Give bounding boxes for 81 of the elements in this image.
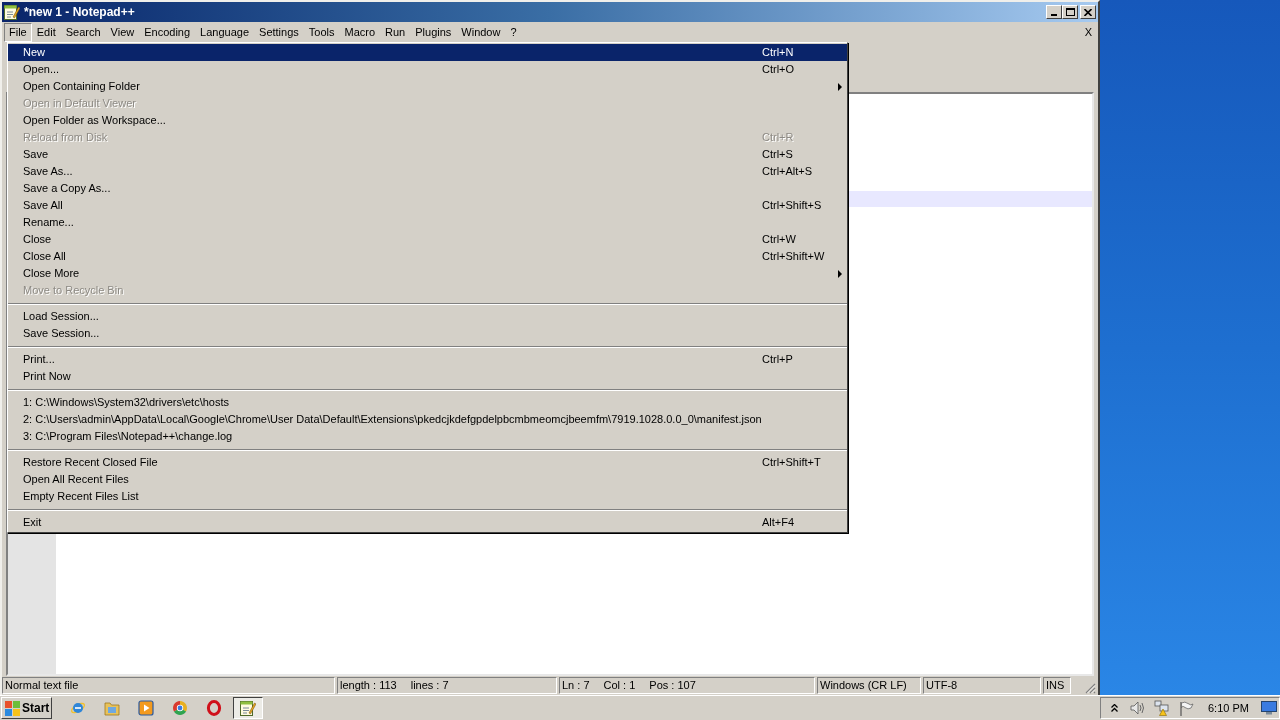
shortcut-text: Ctrl+Shift+S [762, 199, 822, 212]
shortcut-text: Ctrl+O [762, 63, 795, 76]
status-text: Pos : 107 [649, 678, 696, 694]
menu-item[interactable]: Close All Ctrl+Shift+W [8, 248, 847, 265]
flag-icon[interactable] [1179, 700, 1194, 716]
menu-item[interactable]: Open... Ctrl+O [8, 61, 847, 78]
menu-bar-item[interactable]: Settings [254, 22, 304, 42]
shortcut-text: Alt+F4 [762, 516, 795, 529]
taskbar-button[interactable] [233, 697, 263, 719]
menu-item[interactable]: Empty Recent Files List [8, 488, 847, 505]
notepad-app-icon [4, 4, 20, 20]
menu-item[interactable]: Close More [8, 265, 847, 282]
menu-item[interactable]: Save a Copy As... [8, 180, 847, 197]
chevron-up-icon[interactable] [1111, 704, 1118, 712]
menu-item[interactable]: Save All Ctrl+Shift+S [8, 197, 847, 214]
menu-bar-item[interactable]: View [105, 22, 140, 42]
minimize-button[interactable] [1046, 5, 1062, 19]
menu-item[interactable]: Open Folder as Workspace... [8, 112, 847, 129]
globe-icon [70, 700, 86, 716]
shortcut-text: Ctrl+W [762, 233, 796, 246]
start-button[interactable]: Start [1, 697, 52, 719]
menu-bar-item[interactable]: ? [505, 22, 522, 42]
maximize-button[interactable] [1062, 5, 1078, 19]
menu-item[interactable]: Close Ctrl+W [8, 231, 847, 248]
menu-bar-item[interactable]: Window [456, 22, 506, 42]
network-warning-icon[interactable] [1154, 700, 1170, 716]
shortcut-text: Ctrl+Shift+T [762, 456, 821, 469]
speaker-icon[interactable] [1130, 701, 1146, 715]
menu-item[interactable]: Rename... [8, 214, 847, 231]
start-logo-icon [5, 700, 20, 716]
folder-icon [104, 700, 120, 716]
notepad-icon [240, 700, 256, 716]
menu-item[interactable]: 3: C:\Program Files\Notepad++\change.log [8, 428, 847, 445]
monitor-icon[interactable] [1261, 701, 1277, 715]
menu-item[interactable]: Open Containing Folder [8, 78, 847, 95]
media-play-icon [138, 700, 154, 716]
menu-bar-item[interactable]: Search [60, 22, 106, 42]
status-text: Normal text file [5, 678, 79, 694]
shortcut-text: Ctrl+Shift+W [762, 250, 825, 263]
shortcut-text: Ctrl+R [762, 131, 794, 144]
menu-bar-item[interactable]: Run [380, 22, 411, 42]
shortcut-text: Ctrl+N [762, 46, 794, 59]
maximize-icon [1065, 8, 1075, 16]
close-icon [1084, 8, 1092, 16]
menu-item[interactable]: Load Session... [8, 308, 847, 325]
menu-item[interactable]: Print Now [8, 368, 847, 385]
status-text: Windows (CR LF) [820, 678, 907, 694]
menu-item[interactable]: Save Session... [8, 325, 847, 342]
minimize-icon [1051, 14, 1057, 16]
menu-item[interactable]: 1: C:\Windows\System32\drivers\etc\hosts [8, 394, 847, 411]
status-text: Col : 1 [603, 678, 636, 694]
status-text: length : 113 [340, 678, 397, 694]
shortcut-text: Ctrl+Alt+S [762, 165, 813, 178]
menu-bar-item[interactable]: Edit [31, 22, 61, 42]
ring-icon [206, 700, 222, 716]
menu-item[interactable]: Exit Alt+F4 [8, 514, 847, 531]
menu-bar-item[interactable]: Plugins [410, 22, 457, 42]
clock-text[interactable]: 6:10 PM [1208, 699, 1249, 717]
segmented-circle-icon [172, 700, 188, 716]
close-button[interactable] [1080, 5, 1096, 19]
menu-bar-item[interactable]: Language [195, 22, 255, 42]
status-text: Ln : 7 [562, 678, 590, 694]
status-text: UTF-8 [926, 678, 958, 694]
menu-item[interactable]: 2: C:\Users\admin\AppData\Local\Google\Chrome\User Data\Default\Extensions\pkedcjkdefgpdelpbcmbmeomcjbeemfm\7919.1028.0.0_0\manifest.json [8, 411, 847, 428]
status-text: lines : 7 [410, 678, 449, 694]
resize-grip-icon [1085, 683, 1096, 694]
window-title: *new 1 - Notepad++ [24, 4, 135, 21]
menu-item[interactable]: Open All Recent Files [8, 471, 847, 488]
menu-item[interactable]: New Ctrl+N [8, 44, 847, 61]
menu-bar-item[interactable]: File [4, 22, 32, 42]
menu-item[interactable]: Restore Recent Closed File Ctrl+Shift+T [8, 454, 847, 471]
menu-item[interactable]: Save As... Ctrl+Alt+S [8, 163, 847, 180]
menu-item[interactable]: Save Ctrl+S [8, 146, 847, 163]
menu-bar-item[interactable]: Macro [339, 22, 381, 42]
menu-bar-item[interactable]: Encoding [139, 22, 196, 42]
shortcut-text: Ctrl+P [762, 353, 793, 366]
close-document-button[interactable]: X [1084, 23, 1092, 41]
menu-item[interactable]: Print... Ctrl+P [8, 351, 847, 368]
shortcut-text: Ctrl+S [762, 148, 793, 161]
menu-bar-item[interactable]: Tools [303, 22, 340, 42]
status-text: INS [1046, 678, 1065, 694]
